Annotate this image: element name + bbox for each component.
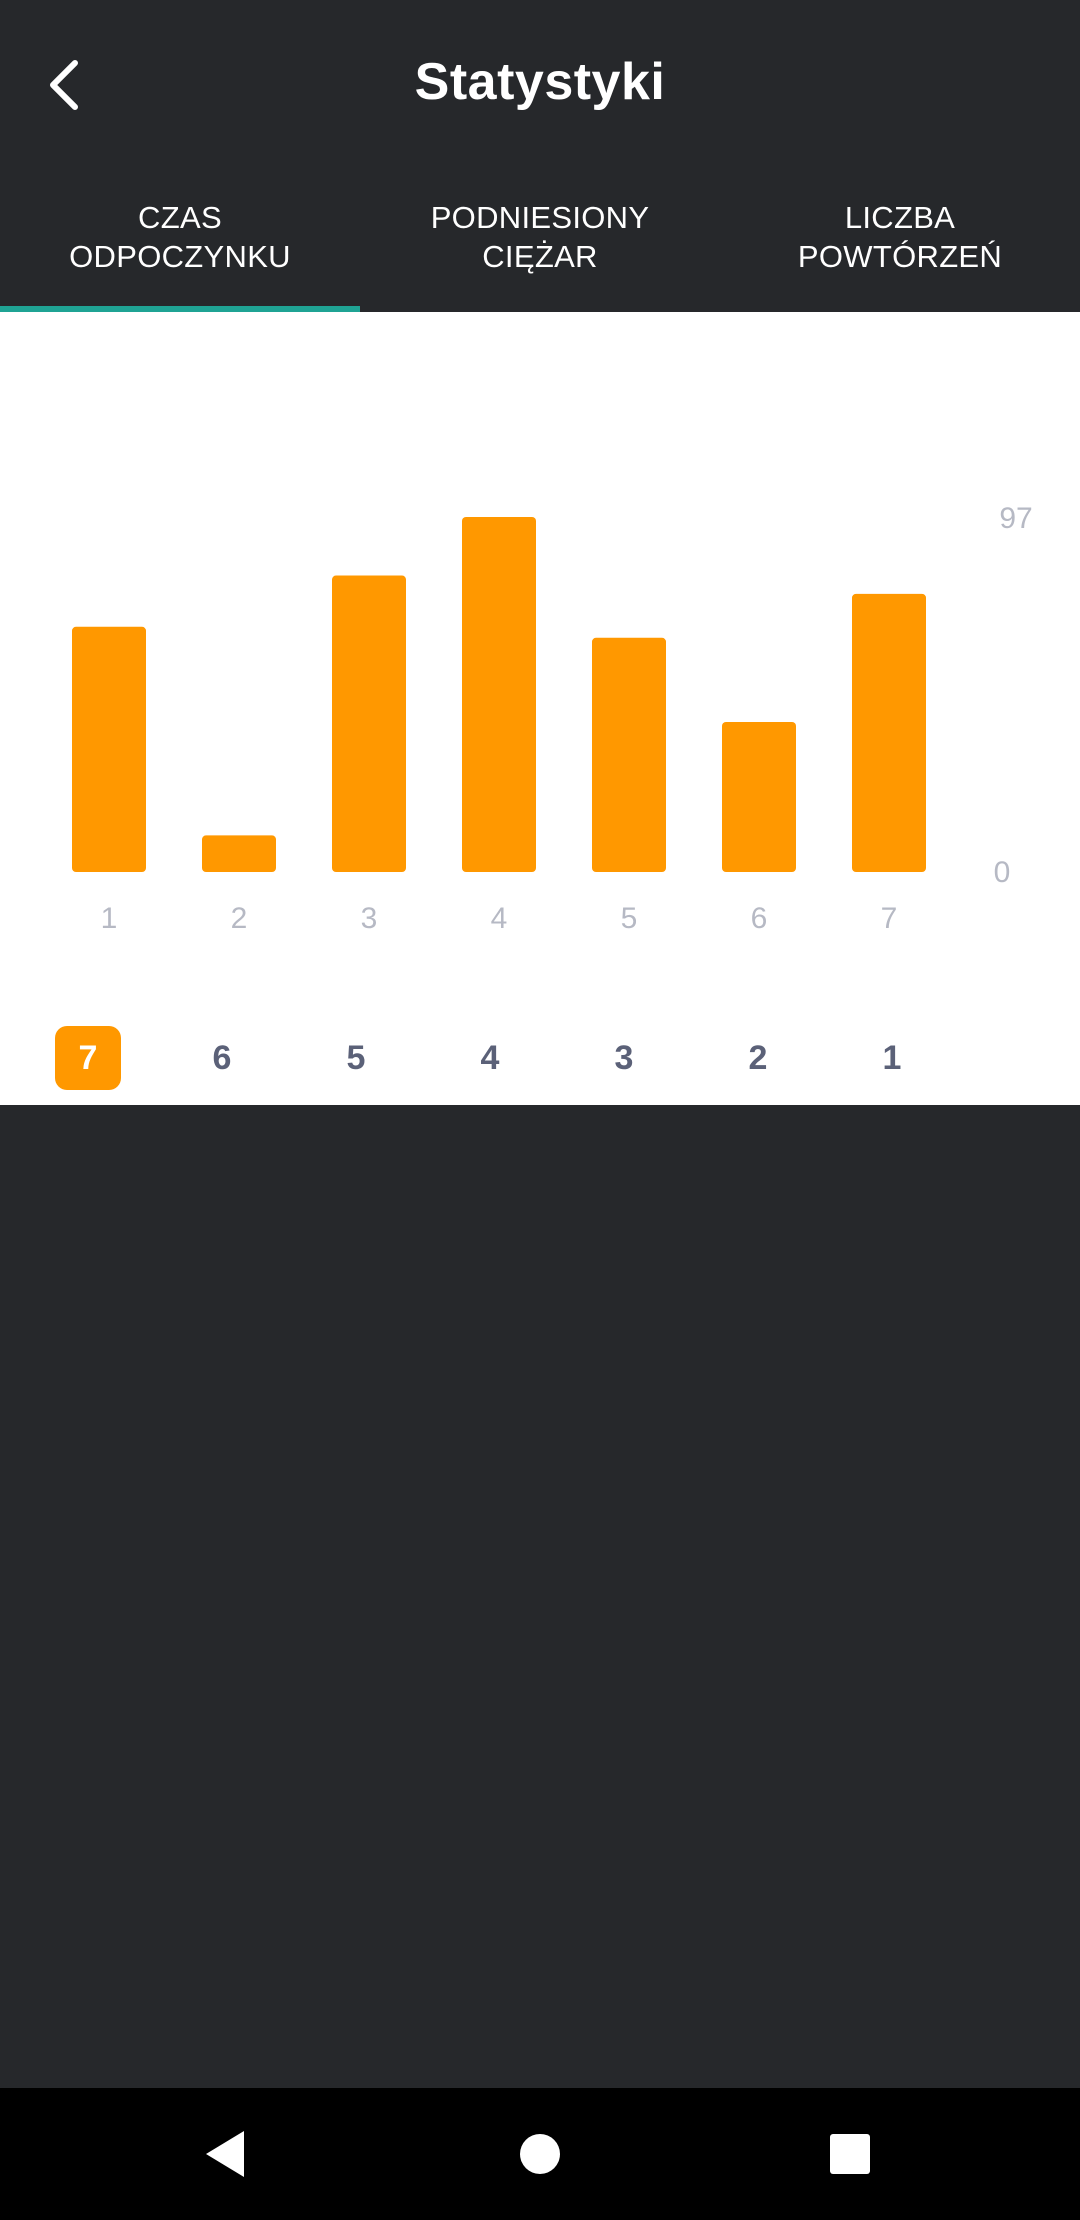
chart-bar-1[interactable] bbox=[72, 626, 146, 872]
chart-bar-2[interactable] bbox=[202, 835, 276, 872]
bar-chart: 1 2 3 4 5 6 7 97 0 bbox=[72, 502, 1033, 935]
square-recents-icon bbox=[830, 2134, 870, 2174]
page-title: Statystyki bbox=[414, 53, 666, 111]
tab-rest-time-label: CZAS ODPOCZYNKU bbox=[69, 200, 291, 274]
chart-bar-5[interactable] bbox=[592, 637, 666, 872]
tab-rest-time[interactable]: CZAS ODPOCZYNKU bbox=[0, 170, 360, 312]
x-tick-label: 2 bbox=[231, 902, 248, 935]
x-tick-label: 6 bbox=[751, 902, 768, 935]
tab-lifted-weight[interactable]: PODNIESIONY CIĘŻAR bbox=[360, 170, 720, 312]
workout-selector-item[interactable]: 1 bbox=[859, 1026, 925, 1090]
workout-selector-item[interactable]: 4 bbox=[457, 1026, 523, 1090]
workout-selector-item[interactable]: 2 bbox=[725, 1026, 791, 1090]
top-app-bar: Statystyki bbox=[0, 0, 1080, 170]
chart-panel: 1 2 3 4 5 6 7 97 0 7 6 5 4 3 2 1 bbox=[0, 312, 1080, 1105]
nav-back-button[interactable] bbox=[185, 2114, 265, 2194]
triangle-back-icon bbox=[206, 2131, 244, 2177]
workout-selector-item[interactable]: 6 bbox=[189, 1026, 255, 1090]
y-tick-label-max: 97 bbox=[999, 502, 1032, 535]
circle-home-icon bbox=[520, 2134, 560, 2174]
workout-selector-item[interactable]: 5 bbox=[323, 1026, 389, 1090]
tab-bar: CZAS ODPOCZYNKU PODNIESIONY CIĘŻAR LICZB… bbox=[0, 170, 1080, 312]
nav-recents-button[interactable] bbox=[810, 2114, 890, 2194]
x-tick-label: 1 bbox=[101, 902, 118, 935]
chart-bar-4[interactable] bbox=[462, 517, 536, 872]
y-tick-label-min: 0 bbox=[994, 856, 1011, 889]
tab-repetitions[interactable]: LICZBA POWTÓRZEŃ bbox=[720, 170, 1080, 312]
nav-home-button[interactable] bbox=[500, 2114, 580, 2194]
system-nav-bar bbox=[0, 2088, 1080, 2220]
tab-repetitions-label: LICZBA POWTÓRZEŃ bbox=[797, 200, 1003, 274]
x-tick-label: 5 bbox=[621, 902, 638, 935]
workout-selector-item[interactable]: 7 bbox=[55, 1026, 121, 1090]
x-tick-label: 4 bbox=[491, 902, 508, 935]
chart-bar-7[interactable] bbox=[852, 593, 926, 872]
workout-selector-item[interactable]: 3 bbox=[591, 1026, 657, 1090]
chart-bar-3[interactable] bbox=[332, 575, 406, 872]
statistics-screen: Statystyki CZAS ODPOCZYNKU PODNIESIONY C… bbox=[0, 0, 1080, 2220]
x-tick-label: 3 bbox=[361, 902, 378, 935]
tab-lifted-weight-label: PODNIESIONY CIĘŻAR bbox=[430, 200, 650, 274]
workout-selector: 7 6 5 4 3 2 1 bbox=[0, 1024, 1080, 1094]
chart-bar-6[interactable] bbox=[722, 721, 796, 872]
x-tick-label: 7 bbox=[881, 902, 898, 935]
